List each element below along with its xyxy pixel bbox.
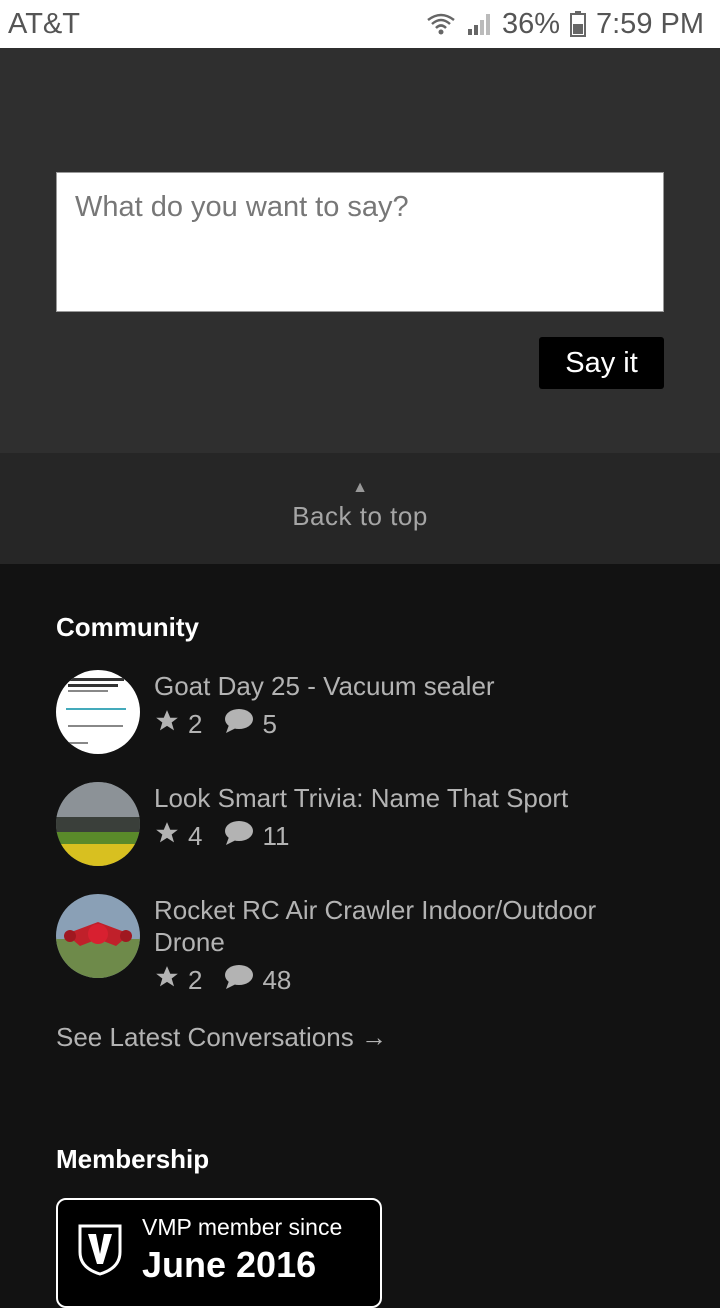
status-bar: AT&T 36% 7:59 PM: [0, 0, 720, 48]
comment-icon: [224, 964, 254, 997]
item-meta: 2 5: [154, 708, 277, 741]
star-icon: [154, 708, 180, 741]
say-it-button[interactable]: Say it: [539, 337, 664, 389]
star-count: 2: [188, 965, 203, 995]
item-meta: 2 48: [154, 964, 291, 997]
community-item[interactable]: Rocket RC Air Crawler Indoor/Outdoor Dro…: [56, 894, 666, 1004]
item-title[interactable]: Look Smart Trivia: Name That Sport: [154, 782, 664, 814]
battery-percent: 36%: [501, 7, 560, 40]
item-thumbnail: [56, 782, 140, 866]
star-icon: [154, 964, 180, 997]
status-icons: 36% 7:59 PM: [426, 8, 704, 41]
star-count: 2: [188, 709, 203, 739]
up-arrow-icon: ▲: [352, 479, 368, 496]
item-thumbnail: [56, 670, 140, 754]
star-count: 4: [188, 821, 203, 851]
battery-icon: [570, 11, 586, 37]
comment-input[interactable]: What do you want to say?: [56, 172, 664, 312]
comment-section: What do you want to say? Say it: [0, 48, 720, 453]
star-icon: [154, 820, 180, 853]
community-item[interactable]: Look Smart Trivia: Name That Sport 4 11: [56, 782, 666, 872]
clock: 7:59 PM: [596, 7, 704, 40]
see-latest-conversations-link[interactable]: See Latest Conversations →: [56, 1022, 387, 1053]
item-title[interactable]: Rocket RC Air Crawler Indoor/Outdoor Dro…: [154, 894, 664, 958]
membership-heading: Membership: [56, 1144, 210, 1174]
comment-icon: [224, 708, 254, 741]
community-heading: Community: [56, 612, 199, 642]
item-title[interactable]: Goat Day 25 - Vacuum sealer: [154, 670, 664, 702]
member-since-label: VMP member since: [142, 1214, 343, 1240]
wifi-icon: [426, 12, 456, 36]
membership-card[interactable]: VMP member since June 2016: [56, 1198, 382, 1308]
comment-count: 48: [262, 965, 292, 995]
carrier-label: AT&T: [8, 7, 80, 40]
comment-icon: [224, 820, 254, 853]
vmp-shield-icon: [78, 1224, 122, 1281]
community-item[interactable]: Goat Day 25 - Vacuum sealer 2 5: [56, 670, 666, 760]
back-to-top-label: Back to top: [292, 501, 428, 531]
item-meta: 4 11: [154, 820, 289, 853]
comment-count: 11: [262, 821, 290, 851]
comment-count: 5: [262, 709, 277, 739]
item-thumbnail: [56, 894, 140, 978]
signal-icon: [466, 12, 492, 36]
back-to-top-button[interactable]: ▲ Back to top: [0, 453, 720, 564]
